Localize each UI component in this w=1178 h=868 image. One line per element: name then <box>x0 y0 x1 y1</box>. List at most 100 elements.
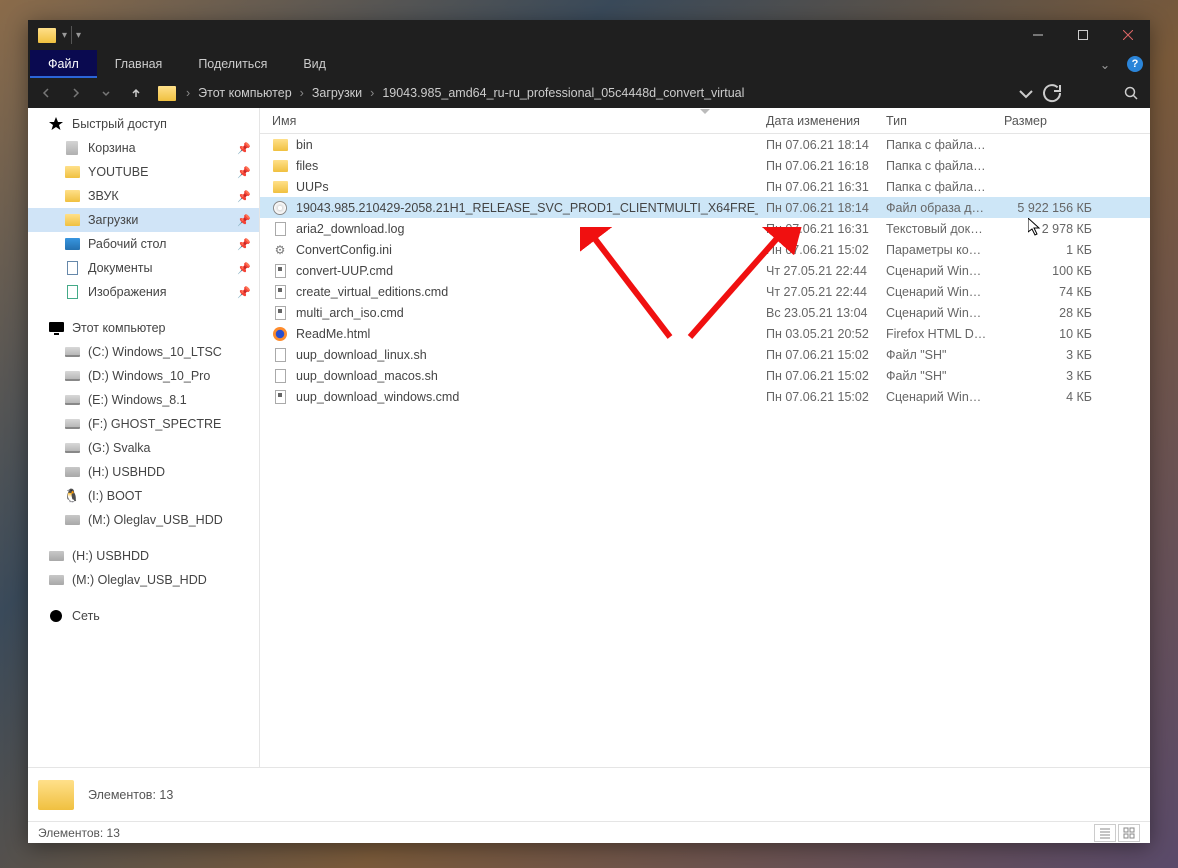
breadcrumb-segment[interactable]: Загрузки <box>308 86 366 100</box>
breadcrumb-segment[interactable]: Этот компьютер <box>194 86 295 100</box>
file-date: Пн 07.06.21 16:31 <box>758 222 878 236</box>
file-icon <box>272 326 288 342</box>
file-name: ConvertConfig.ini <box>296 243 392 257</box>
file-row[interactable]: uup_download_macos.sh Пн 07.06.21 15:02 … <box>260 365 1150 386</box>
pin-icon: 📌 <box>237 190 251 203</box>
sidebar-item[interactable]: YOUTUBE📌 <box>28 160 259 184</box>
sidebar-item[interactable]: (D:) Windows_10_Pro <box>28 364 259 388</box>
sidebar-item[interactable]: (F:) GHOST_SPECTRE <box>28 412 259 436</box>
file-row[interactable]: files Пн 07.06.21 16:18 Папка с файлами <box>260 155 1150 176</box>
file-row[interactable]: aria2_download.log Пн 07.06.21 16:31 Тек… <box>260 218 1150 239</box>
sidebar-item-label: Корзина <box>88 141 136 155</box>
path-dropdown[interactable] <box>1014 80 1038 106</box>
sidebar-item[interactable]: (M:) Oleglav_USB_HDD <box>28 568 259 592</box>
file-row[interactable]: create_virtual_editions.cmd Чт 27.05.21 … <box>260 281 1150 302</box>
file-name: UUPs <box>296 180 329 194</box>
file-size: 100 КБ <box>996 264 1106 278</box>
sidebar-item-icon <box>64 140 80 156</box>
file-list-pane: Имя Дата изменения Тип Размер bin Пн 07.… <box>260 108 1150 767</box>
search-box[interactable] <box>1066 80 1146 106</box>
file-type: Параметры конф… <box>878 243 996 257</box>
sidebar-item[interactable]: Этот компьютер <box>28 316 259 340</box>
sidebar-item[interactable]: Корзина📌 <box>28 136 259 160</box>
file-type: Сценарий Windo… <box>878 264 996 278</box>
tab-share[interactable]: Поделиться <box>180 50 285 78</box>
sidebar-item[interactable]: (H:) USBHDD <box>28 460 259 484</box>
nav-up-button[interactable] <box>122 80 150 106</box>
help-button[interactable]: ? <box>1120 50 1150 78</box>
sidebar-item[interactable]: (M:) Oleglav_USB_HDD <box>28 508 259 532</box>
item-count-label: Элементов: 13 <box>88 788 173 802</box>
file-type: Сценарий Windo… <box>878 390 996 404</box>
file-row[interactable]: uup_download_windows.cmd Пн 07.06.21 15:… <box>260 386 1150 407</box>
file-row[interactable]: UUPs Пн 07.06.21 16:31 Папка с файлами <box>260 176 1150 197</box>
refresh-button[interactable] <box>1040 80 1064 106</box>
tab-home[interactable]: Главная <box>97 50 181 78</box>
sidebar-item[interactable]: (H:) USBHDD <box>28 544 259 568</box>
sidebar-item-icon <box>64 440 80 456</box>
sidebar-item-label: (M:) Oleglav_USB_HDD <box>72 573 207 587</box>
file-type: Файл "SH" <box>878 369 996 383</box>
minimize-button[interactable] <box>1015 20 1060 50</box>
quick-access-dropdown[interactable]: ▾ <box>62 30 67 41</box>
status-item-count: Элементов: 13 <box>38 826 120 840</box>
tab-file[interactable]: Файл <box>30 50 97 78</box>
file-row[interactable]: bin Пн 07.06.21 18:14 Папка с файлами <box>260 134 1150 155</box>
breadcrumb-segment[interactable]: 19043.985_amd64_ru-ru_professional_05c44… <box>378 86 748 100</box>
sidebar-item[interactable]: Документы📌 <box>28 256 259 280</box>
file-name: create_virtual_editions.cmd <box>296 285 448 299</box>
maximize-button[interactable] <box>1060 20 1105 50</box>
file-date: Пн 07.06.21 16:31 <box>758 180 878 194</box>
file-date: Чт 27.05.21 22:44 <box>758 264 878 278</box>
file-row[interactable]: ReadMe.html Пн 03.05.21 20:52 Firefox HT… <box>260 323 1150 344</box>
file-row[interactable]: ⚙ConvertConfig.ini Пн 07.06.21 15:02 Пар… <box>260 239 1150 260</box>
sidebar-item[interactable]: (C:) Windows_10_LTSC <box>28 340 259 364</box>
file-row[interactable]: convert-UUP.cmd Чт 27.05.21 22:44 Сценар… <box>260 260 1150 281</box>
sidebar-item[interactable]: Быстрый доступ <box>28 112 259 136</box>
sidebar-item-label: (G:) Svalka <box>88 441 151 455</box>
file-icon <box>272 305 288 321</box>
navigation-pane[interactable]: Быстрый доступКорзина📌YOUTUBE📌ЗВУК📌Загру… <box>28 108 260 767</box>
sidebar-item[interactable]: (G:) Svalka <box>28 436 259 460</box>
sidebar-item-icon <box>64 464 80 480</box>
sidebar-item-icon <box>64 368 80 384</box>
file-size: 3 КБ <box>996 369 1106 383</box>
sidebar-item[interactable]: Сеть <box>28 604 259 628</box>
tab-view[interactable]: Вид <box>285 50 344 78</box>
file-row[interactable]: 19043.985.210429-2058.21H1_RELEASE_SVC_P… <box>260 197 1150 218</box>
ribbon-expand-button[interactable]: ⌄ <box>1090 50 1120 78</box>
column-header-date[interactable]: Дата изменения <box>758 108 878 133</box>
file-date: Пн 07.06.21 15:02 <box>758 243 878 257</box>
file-row[interactable]: uup_download_linux.sh Пн 07.06.21 15:02 … <box>260 344 1150 365</box>
nav-back-button[interactable] <box>32 80 60 106</box>
close-button[interactable] <box>1105 20 1150 50</box>
view-details-button[interactable] <box>1094 824 1116 842</box>
sidebar-item-icon <box>48 572 64 588</box>
nav-recent-dropdown[interactable] <box>92 80 120 106</box>
sidebar-item-label: (H:) USBHDD <box>72 549 149 563</box>
sidebar-item[interactable]: (E:) Windows_8.1 <box>28 388 259 412</box>
file-size: 1 КБ <box>996 243 1106 257</box>
file-rows[interactable]: bin Пн 07.06.21 18:14 Папка с файлами fi… <box>260 134 1150 767</box>
file-row[interactable]: multi_arch_iso.cmd Вс 23.05.21 13:04 Сце… <box>260 302 1150 323</box>
file-icon <box>272 158 288 174</box>
sidebar-item-icon <box>48 608 64 624</box>
column-header-size[interactable]: Размер <box>996 108 1106 133</box>
sidebar-item[interactable]: ЗВУК📌 <box>28 184 259 208</box>
titlebar-menu-caret[interactable]: ▾ <box>76 30 81 41</box>
file-name: bin <box>296 138 313 152</box>
file-date: Пн 07.06.21 16:18 <box>758 159 878 173</box>
view-icons-button[interactable] <box>1118 824 1140 842</box>
breadcrumb-bar[interactable]: › Этот компьютер › Загрузки › 19043.985_… <box>152 86 1012 101</box>
sidebar-item[interactable]: Рабочий стол📌 <box>28 232 259 256</box>
pin-icon: 📌 <box>237 214 251 227</box>
sidebar-item[interactable]: Изображения📌 <box>28 280 259 304</box>
ribbon-tabs: Файл Главная Поделиться Вид ⌄ ? <box>28 50 1150 78</box>
file-icon <box>272 389 288 405</box>
file-icon <box>272 179 288 195</box>
sidebar-item[interactable]: Загрузки📌 <box>28 208 259 232</box>
column-header-name[interactable]: Имя <box>260 108 758 133</box>
column-header-type[interactable]: Тип <box>878 108 996 133</box>
sidebar-item[interactable]: 🐧(I:) BOOT <box>28 484 259 508</box>
file-name: ReadMe.html <box>296 327 370 341</box>
